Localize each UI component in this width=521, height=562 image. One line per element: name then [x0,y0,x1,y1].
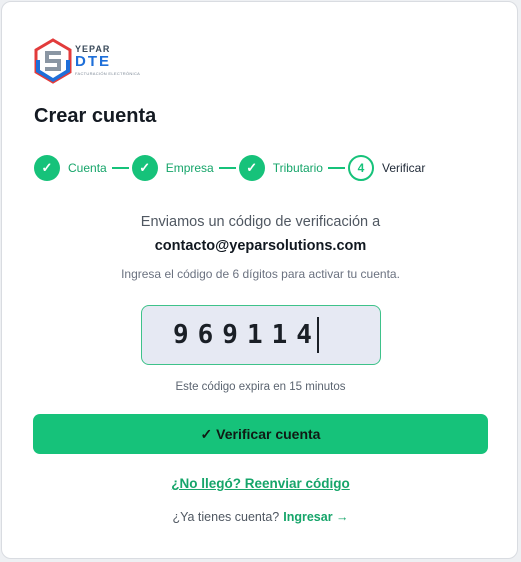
verify-account-button[interactable]: ✓ Verificar cuenta [33,414,488,454]
step-tributario: ✓ Tributario [238,155,323,181]
logo-hexagon-icon [34,38,72,84]
resend-code-link[interactable]: ¿No llegó? Reenviar código [171,476,350,491]
step-check-icon: ✓ [238,155,265,181]
signup-stepper: ✓ Cuenta ✓ Empresa ✓ Tributario 4 Verifi… [34,153,425,183]
code-instructions: Ingresa el código de 6 dígitos para acti… [121,267,400,281]
login-prompt: ¿Ya tienes cuenta? [172,510,280,524]
step-cuenta: ✓ Cuenta [34,155,107,181]
login-link[interactable]: Ingresar → [283,510,348,524]
step-connector [327,167,345,169]
step-empresa: ✓ Empresa [131,155,214,181]
step-connector [218,167,236,169]
destination-email: contacto@yeparsolutions.com [154,238,367,254]
logo-tagline: FACTURACIÓN ELECTRÓNICA [75,71,141,76]
expiry-notice: Este código expira en 15 minutos [175,381,346,393]
step-label: Empresa [165,161,214,175]
code-value: 969114 [173,320,321,350]
step-number: 4 [347,155,374,181]
resend-row: ¿No llegó? Reenviar código [2,475,519,493]
page-title: Crear cuenta [34,105,157,127]
logo-product-text: DTE [75,53,111,70]
step-label: Tributario [272,161,323,175]
step-check-icon: ✓ [131,155,158,181]
yepar-dte-logo: YEPAR DTE FACTURACIÓN ELECTRÓNICA [33,38,143,88]
signup-card: YEPAR DTE FACTURACIÓN ELECTRÓNICA Crear … [1,1,518,559]
login-row: ¿Ya tienes cuenta? Ingresar → [2,510,519,524]
step-verificar: 4 Verificar [347,155,426,181]
step-check-icon: ✓ [34,155,60,181]
text-cursor [316,317,319,353]
step-connector [111,167,129,169]
verification-code-input[interactable]: 969114 [141,305,381,365]
sent-message: Enviamos un código de verificación a [140,214,381,230]
step-label: Cuenta [68,161,107,175]
step-label: Verificar [381,161,426,175]
